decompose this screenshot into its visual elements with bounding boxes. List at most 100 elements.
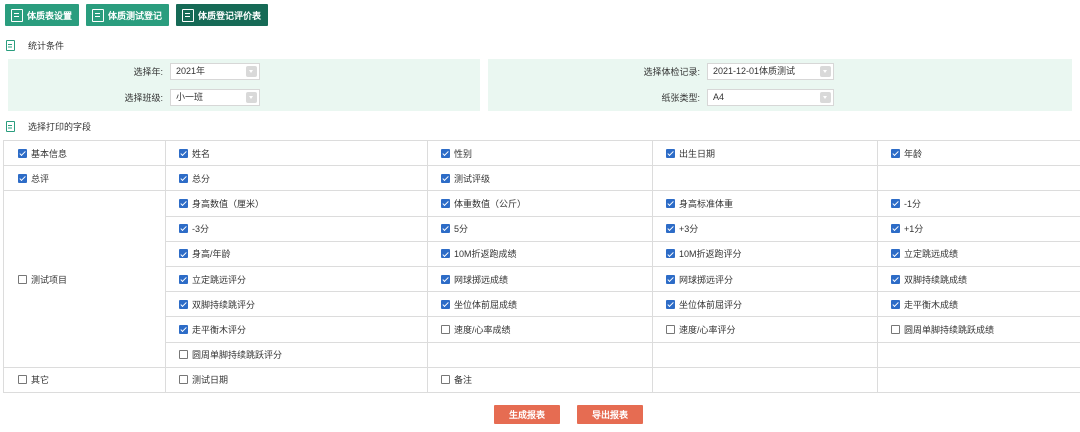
checkbox-label: 速度/心率评分: [679, 324, 736, 335]
checkbox-field[interactable]: 双脚持续跳评分: [179, 298, 255, 311]
checkbox-label: 网球掷远评分: [679, 274, 734, 285]
checkbox-field[interactable]: 圆周单脚持续跳跃成绩: [891, 323, 994, 336]
table-cell: [877, 165, 1080, 192]
checkbox-field[interactable]: 双脚持续跳成绩: [891, 273, 967, 286]
checkbox-field[interactable]: -3分: [179, 222, 209, 235]
checkbox-field[interactable]: 网球掷远成绩: [441, 273, 508, 286]
checkbox-field[interactable]: 出生日期: [666, 147, 715, 160]
checkbox-label: 备注: [454, 375, 473, 386]
checkbox-label: 姓名: [192, 148, 211, 159]
checkbox-label: 测试评级: [454, 173, 491, 184]
checkbox-field[interactable]: 网球掷远评分: [666, 273, 733, 286]
tab-physique-evaluation-report[interactable]: 体质登记评价表: [176, 4, 269, 26]
table-cell: 网球掷远评分: [652, 265, 878, 293]
checkbox-field[interactable]: 立定跳远成绩: [891, 247, 958, 260]
checkbox-overall[interactable]: 总评: [18, 172, 49, 185]
checkbox-label: 测试日期: [192, 375, 229, 386]
checkbox-label: 坐位体前屈成绩: [454, 299, 518, 310]
checkbox-field[interactable]: 体重数值（公斤）: [441, 197, 526, 210]
table-cell: +1分: [877, 215, 1080, 242]
checkbox-field[interactable]: 测试评级: [441, 172, 490, 185]
table-cell: 圆周单脚持续跳跃评分: [165, 341, 428, 368]
checkbox-field[interactable]: 10M折返跑评分: [666, 247, 742, 260]
checkbox-field[interactable]: -1分: [891, 197, 921, 210]
record-select[interactable]: 2021-12-01体质测试: [707, 63, 834, 80]
table-row: 其它 测试日期 备注: [3, 366, 1080, 393]
print-fields-table: 基本信息 姓名 性别 出生日期 年龄 总评 总分 测试评级 测试项目 身高数值（…: [3, 139, 1080, 393]
checkbox-checked-icon: [666, 274, 675, 284]
table-cell: 身高数值（厘米）: [165, 190, 428, 217]
checkbox-test-items[interactable]: 测试项目: [18, 273, 67, 286]
class-select[interactable]: 小一班: [170, 89, 260, 106]
table-row: 立定跳远评分 网球掷远成绩 网球掷远评分 双脚持续跳成绩: [4, 265, 1080, 293]
checkbox-field[interactable]: 走平衡木成绩: [891, 298, 958, 311]
record-label: 选择体检记录:: [643, 67, 700, 77]
checkbox-label: +3分: [679, 224, 699, 235]
checkbox-other[interactable]: 其它: [18, 373, 49, 386]
table-cell: 性别: [427, 139, 653, 167]
table-cell: 速度/心率成绩: [427, 316, 653, 343]
checkbox-field[interactable]: 5分: [441, 222, 468, 235]
checkbox-field[interactable]: 走平衡木评分: [179, 323, 246, 336]
table-cell: 走平衡木评分: [165, 316, 428, 343]
checkbox-basic-info[interactable]: 基本信息: [18, 147, 67, 160]
checkbox-field[interactable]: 立定跳远评分: [179, 273, 246, 286]
checkbox-field[interactable]: 总分: [179, 172, 210, 185]
table-cell: [652, 366, 878, 393]
export-report-button[interactable]: 导出报表: [577, 405, 643, 424]
table-cell: -1分: [877, 190, 1080, 217]
table-cell: 年龄: [877, 139, 1080, 167]
checkbox-field[interactable]: 坐位体前屈成绩: [441, 298, 517, 311]
checkbox-field[interactable]: 身高/年龄: [179, 247, 231, 260]
document-icon: [6, 39, 15, 51]
checkbox-checked-icon: [441, 274, 450, 284]
tab-physique-settings[interactable]: 体质表设置: [5, 4, 80, 26]
table-cell: 立定跳远成绩: [877, 240, 1080, 267]
checkbox-field[interactable]: 测试日期: [179, 373, 228, 386]
checkbox-label: 测试项目: [31, 274, 68, 285]
checkbox-field[interactable]: 速度/心率成绩: [441, 323, 511, 336]
table-cell: 其它: [3, 366, 166, 393]
print-fields-header: 选择打印的字段: [0, 117, 1080, 135]
checkbox-checked-icon: [666, 148, 675, 158]
checkbox-checked-icon: [891, 274, 900, 284]
year-label: 选择年:: [133, 67, 163, 77]
paper-select[interactable]: A4: [707, 89, 834, 106]
checkbox-field[interactable]: 性别: [441, 147, 472, 160]
conditions-header: 统计条件: [0, 36, 1080, 54]
year-select[interactable]: 2021年: [170, 63, 260, 80]
checkbox-field[interactable]: 身高数值（厘米）: [179, 197, 264, 210]
checkbox-label: 身高数值（厘米）: [192, 198, 265, 209]
checkbox-unchecked-icon: [179, 350, 188, 360]
checkbox-field[interactable]: 10M折返跑成绩: [441, 247, 517, 260]
class-label: 选择班级:: [124, 93, 163, 103]
table-cell: 坐位体前屈评分: [652, 291, 878, 318]
tab-physique-test-registration[interactable]: 体质测试登记: [86, 4, 170, 26]
document-icon: [92, 8, 105, 22]
checkbox-checked-icon: [441, 224, 450, 234]
chevron-down-icon: [820, 92, 831, 103]
checkbox-field[interactable]: 年龄: [891, 147, 922, 160]
checkbox-field[interactable]: 身高标准体重: [666, 197, 733, 210]
table-cell: 网球掷远成绩: [427, 265, 653, 293]
checkbox-checked-icon: [179, 224, 188, 234]
checkbox-label: 总评: [31, 173, 50, 184]
conditions-row: 选择班级: 小一班 纸张类型: A4: [8, 85, 1072, 111]
conditions-row: 选择年: 2021年 选择体检记录: 2021-12-01体质测试: [8, 59, 1072, 85]
checkbox-field[interactable]: 姓名: [179, 147, 210, 160]
checkbox-field[interactable]: 速度/心率评分: [666, 323, 736, 336]
checkbox-field[interactable]: 备注: [441, 373, 472, 386]
checkbox-field[interactable]: 圆周单脚持续跳跃评分: [179, 348, 282, 361]
checkbox-checked-icon: [891, 249, 900, 259]
checkbox-checked-icon: [441, 249, 450, 259]
generate-report-button[interactable]: 生成报表: [494, 405, 560, 424]
checkbox-field[interactable]: 坐位体前屈评分: [666, 298, 742, 311]
checkbox-field[interactable]: +1分: [891, 222, 923, 235]
print-fields-title: 选择打印的字段: [28, 121, 92, 132]
table-row: 基本信息 姓名 性别 出生日期 年龄: [3, 139, 1080, 167]
checkbox-unchecked-icon: [18, 274, 27, 284]
checkbox-label: 身高标准体重: [679, 198, 734, 209]
checkbox-field[interactable]: +3分: [666, 222, 698, 235]
checkbox-label: 坐位体前屈评分: [679, 299, 743, 310]
checkbox-unchecked-icon: [179, 375, 188, 385]
